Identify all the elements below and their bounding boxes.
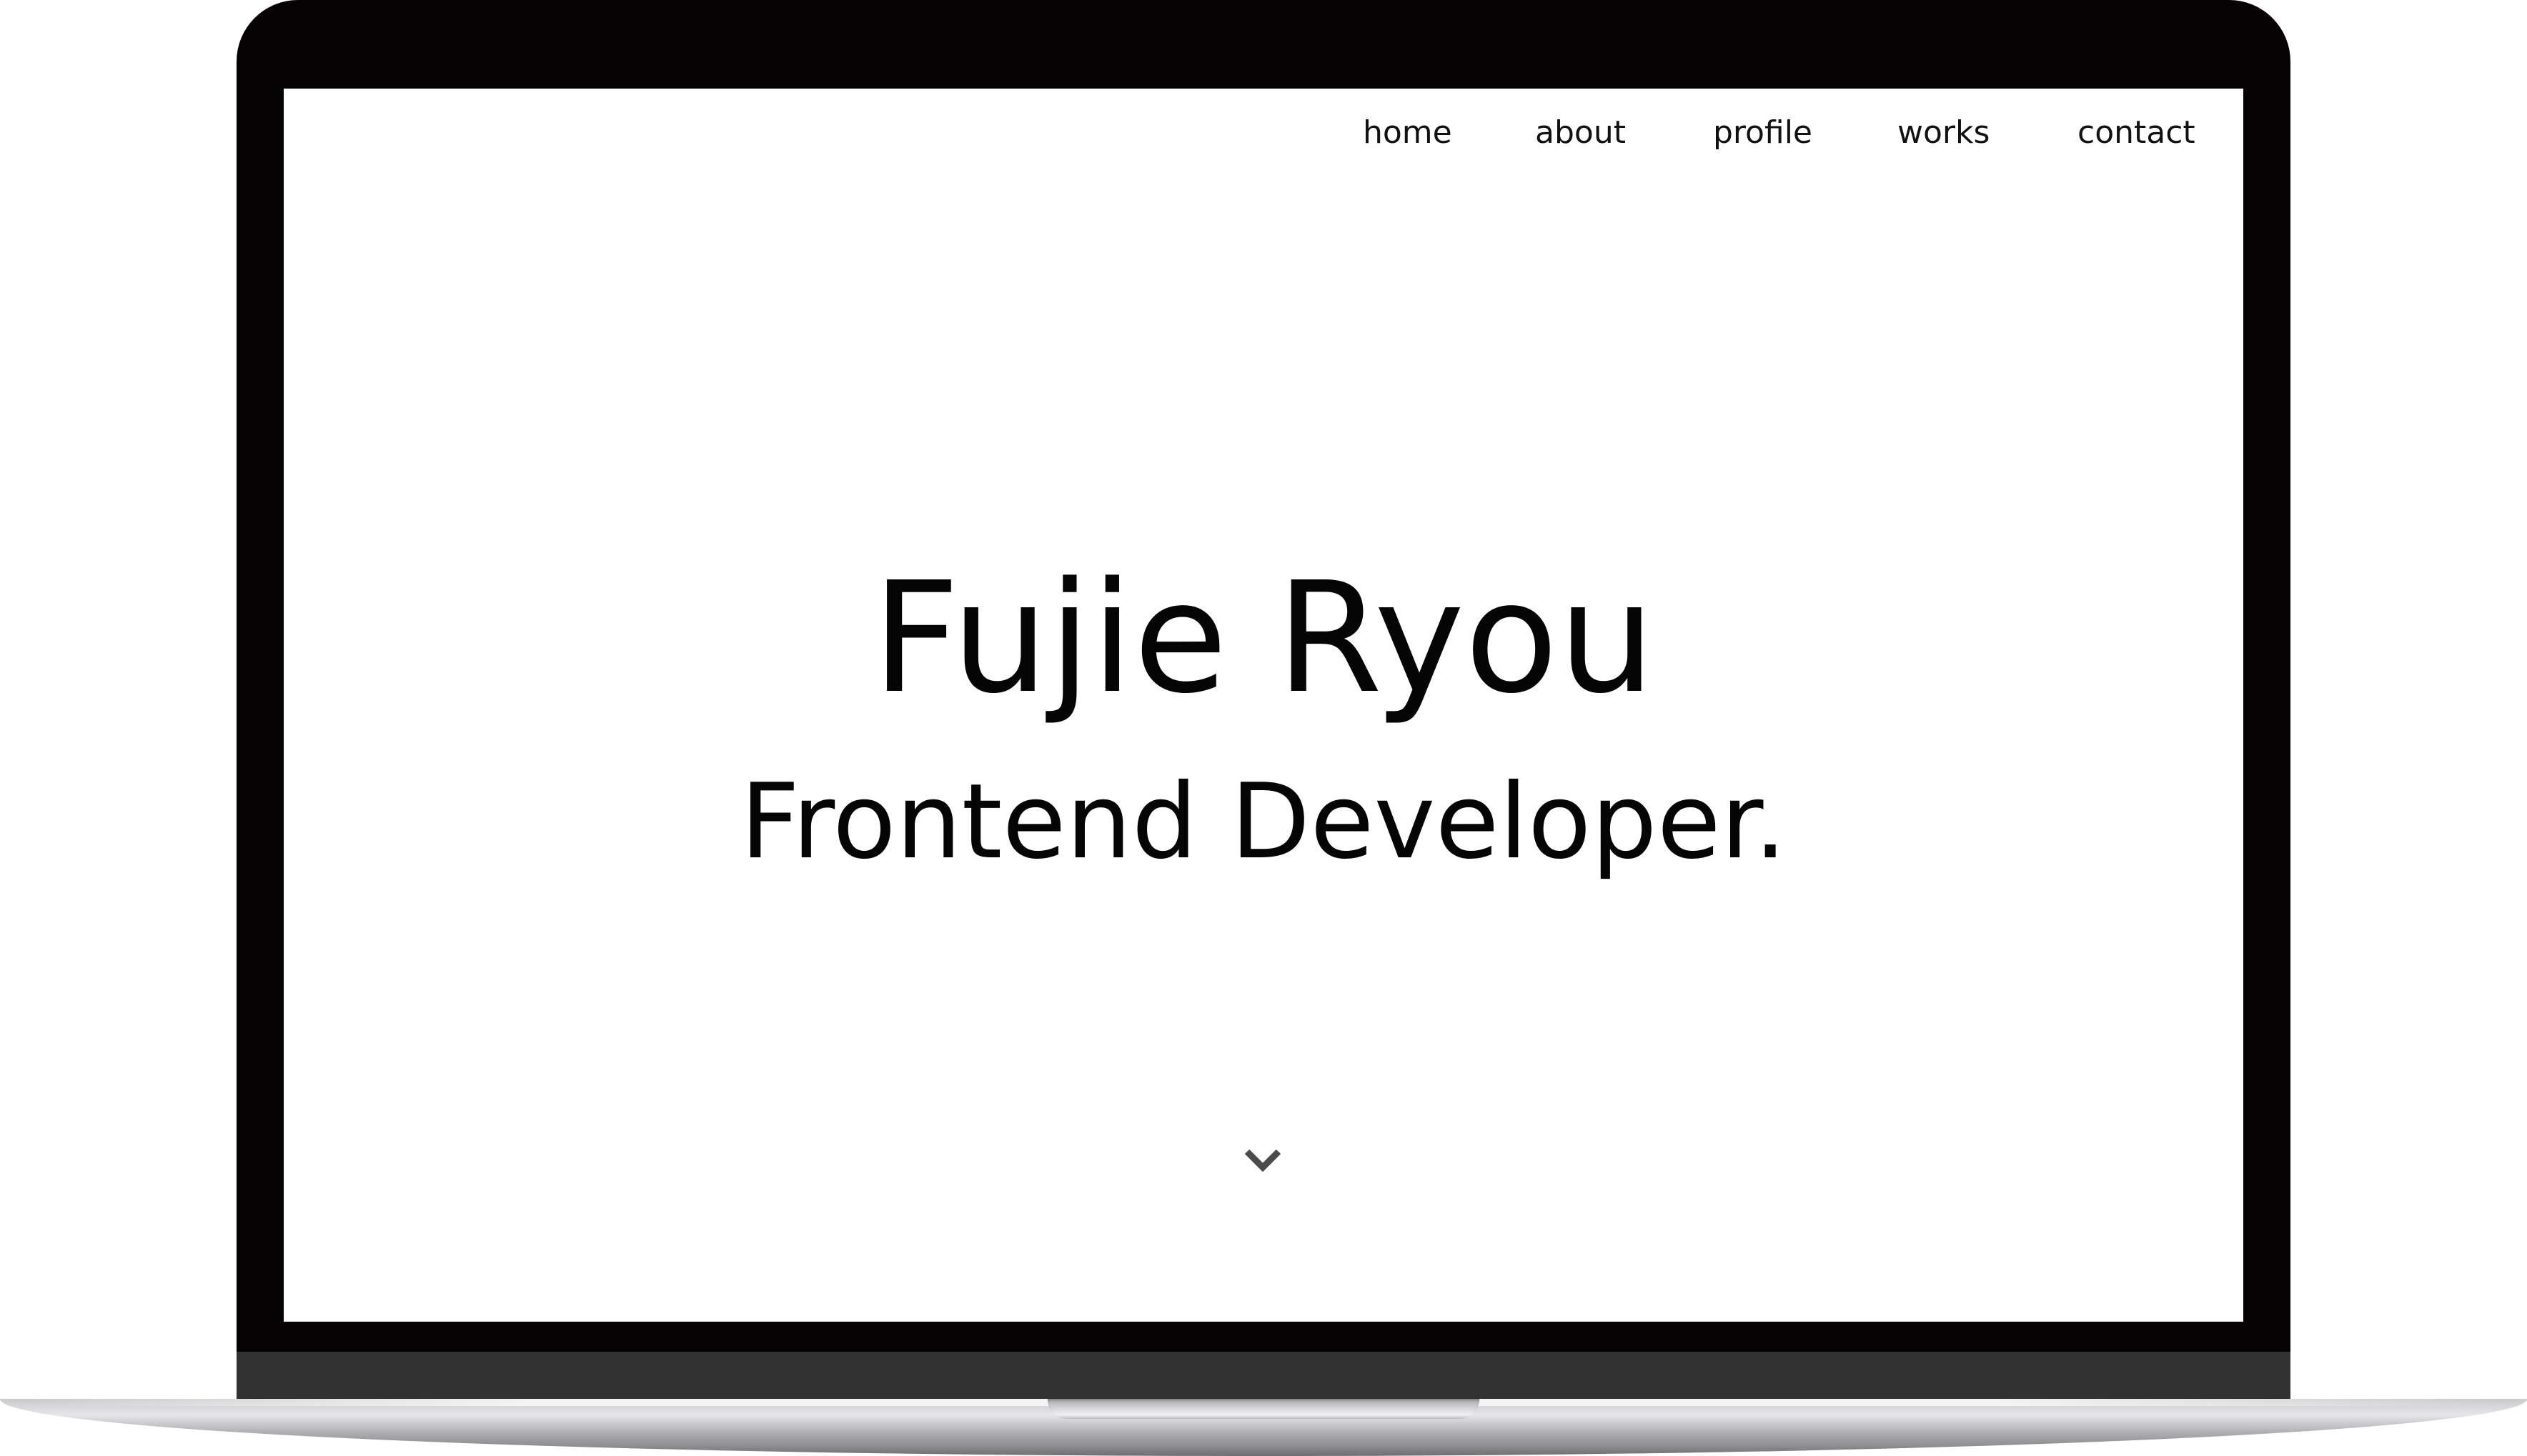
hero-name: Fujie Ryou [872,549,1655,727]
scroll-down-button[interactable] [1241,1143,1284,1177]
nav-link-home[interactable]: home [1363,114,1452,151]
chevron-down-icon [1244,1149,1281,1172]
nav-link-about[interactable]: about [1535,114,1626,151]
top-navigation: home about profile works contact [284,89,2243,181]
nav-link-profile[interactable]: profile [1713,114,1812,151]
nav-link-contact[interactable]: contact [2077,114,2195,151]
hero-role: Frontend Developer. [740,762,1787,882]
laptop-screen: home about profile works contact Fujie R… [284,89,2243,1322]
laptop-bezel-bottom [237,1352,2290,1400]
laptop-mockup: home about profile works contact Fujie R… [0,0,2527,1456]
laptop-opening-notch [1048,1399,1479,1419]
nav-link-works[interactable]: works [1897,114,1990,151]
